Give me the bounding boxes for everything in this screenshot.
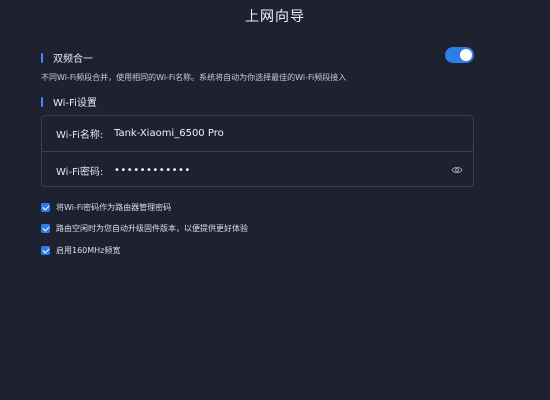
dual-band-toggle[interactable]	[445, 47, 474, 63]
wifi-name-row: Wi-Fi名称:	[42, 116, 473, 152]
option-use-wifi-password-as-admin[interactable]: 将Wi-Fi密码作为路由器管理密码	[41, 202, 171, 213]
checkbox-checked-icon[interactable]	[41, 203, 50, 212]
option-enable-160mhz[interactable]: 启用160MHz频宽	[41, 245, 120, 256]
option-label: 将Wi-Fi密码作为路由器管理密码	[56, 203, 172, 212]
wizard-page: 上网向导 双频合一 不同Wi-Fi频段合并，使用相同的Wi-Fi名称。系统将自动…	[0, 0, 550, 400]
wifi-password-label: Wi-Fi密码:	[56, 166, 104, 178]
checkbox-checked-icon[interactable]	[41, 246, 50, 255]
wifi-password-input[interactable]	[114, 164, 414, 176]
wifi-name-input[interactable]	[114, 128, 414, 139]
option-label: 启用160MHz频宽	[56, 246, 121, 255]
option-label: 路由空闲时为您自动升级固件版本，以便提供更好体验	[56, 224, 248, 233]
toggle-knob	[460, 49, 472, 61]
wifi-section-header: Wi-Fi设置	[41, 94, 97, 109]
dual-band-label: 双频合一	[53, 54, 93, 65]
section-marker	[41, 52, 43, 63]
wifi-settings-card: Wi-Fi名称: Wi-Fi密码:	[41, 115, 474, 187]
page-title: 上网向导	[245, 9, 305, 25]
wifi-password-row: Wi-Fi密码:	[42, 152, 473, 188]
option-auto-upgrade-firmware[interactable]: 路由空闲时为您自动升级固件版本，以便提供更好体验	[41, 223, 248, 234]
dual-band-section-header: 双频合一	[41, 50, 93, 65]
eye-icon[interactable]	[451, 164, 463, 176]
checkbox-checked-icon[interactable]	[41, 224, 50, 233]
dual-band-hint: 不同Wi-Fi频段合并，使用相同的Wi-Fi名称。系统将自动为你选择最佳的Wi-…	[41, 73, 347, 82]
wifi-name-label: Wi-Fi名称:	[56, 130, 104, 141]
wifi-settings-label: Wi-Fi设置	[53, 98, 97, 109]
section-marker	[41, 96, 43, 107]
